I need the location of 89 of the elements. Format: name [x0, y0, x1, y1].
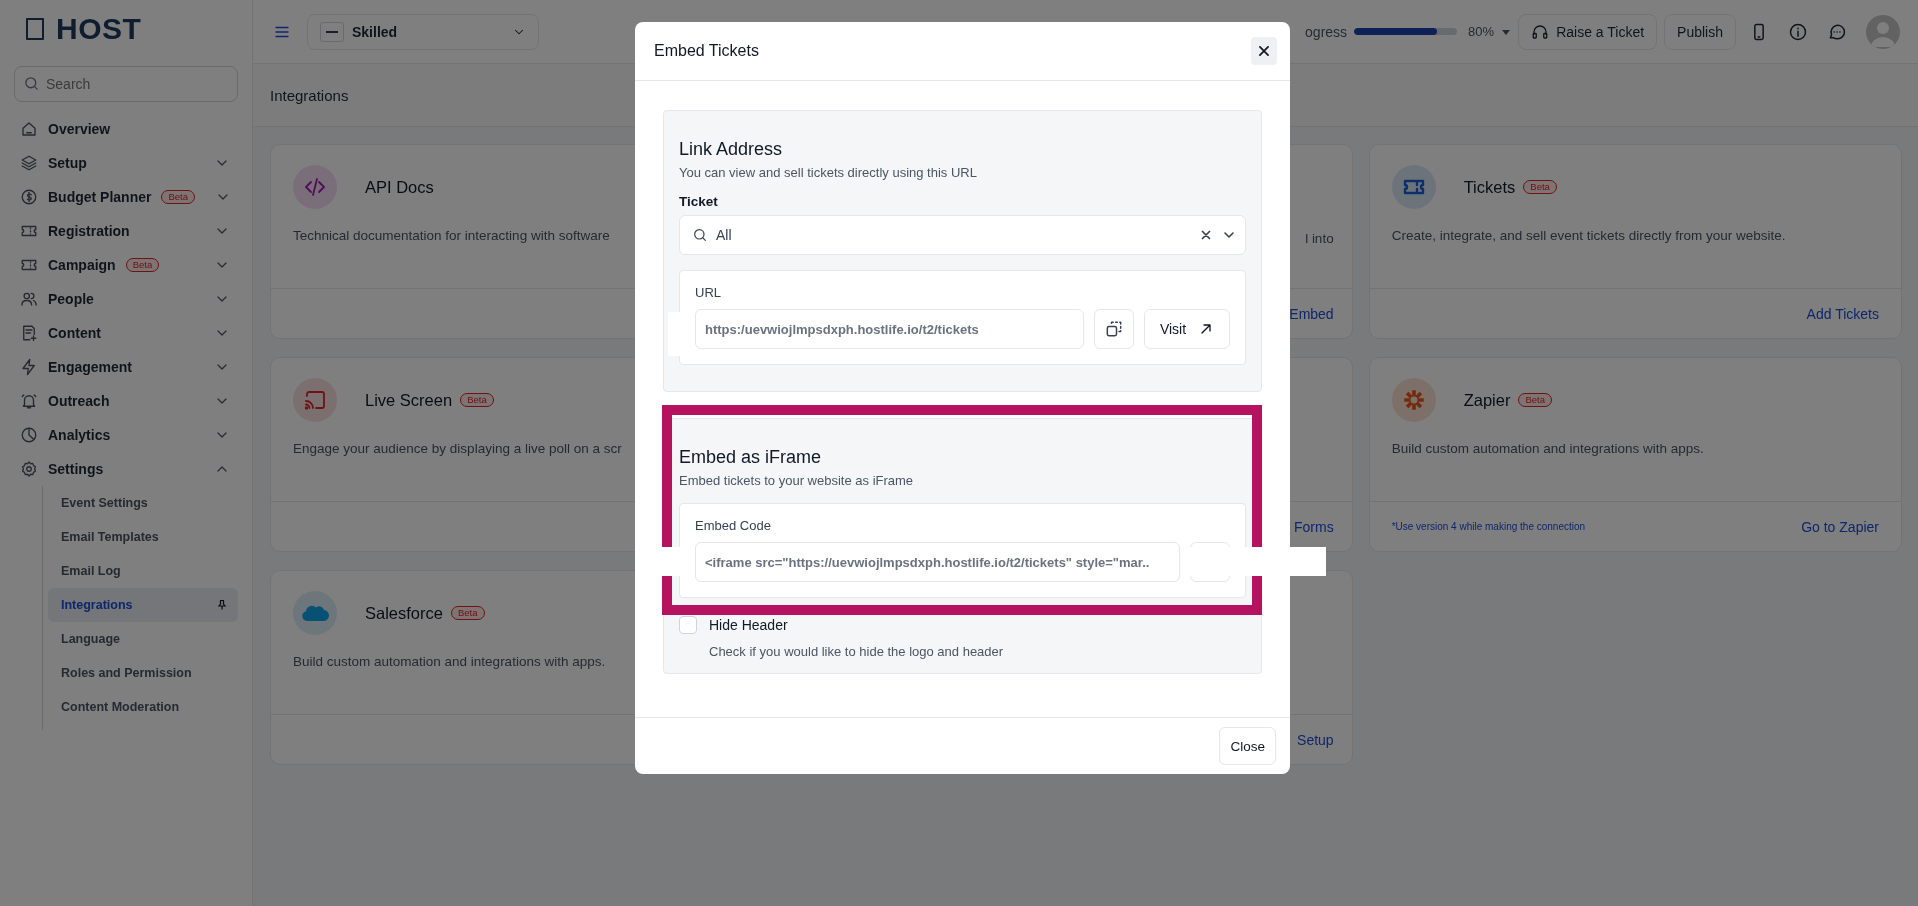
ticket-select[interactable]: All: [679, 215, 1246, 255]
nav-item[interactable]: Analytics: [14, 418, 238, 452]
nav-item[interactable]: Content: [14, 316, 238, 350]
search-icon: [692, 227, 708, 243]
checkbox[interactable]: [679, 616, 697, 634]
pin-icon[interactable]: [216, 599, 228, 611]
card-action-link[interactable]: Embed: [1289, 305, 1334, 322]
card-action-link[interactable]: Forms: [1294, 518, 1334, 535]
card-action-link[interactable]: Go to Zapier: [1801, 518, 1879, 535]
copy-icon: [1104, 319, 1124, 339]
nav-item[interactable]: People: [14, 282, 238, 316]
embed-code-field[interactable]: <iframe src="https://uevwiojlmpsdxph.hostlife.io/t2/tickets" style="mar..: [695, 542, 1180, 582]
people-icon: [20, 290, 38, 308]
progress-reading: 80%: [1468, 24, 1495, 39]
publish-button[interactable]: Publish: [1664, 13, 1736, 50]
raise-ticket-button[interactable]: Raise a Ticket: [1518, 13, 1658, 50]
sub-nav-item[interactable]: Email Log: [48, 554, 238, 588]
visit-button[interactable]: Visit: [1144, 309, 1230, 349]
checkbox-description: Check if you would like to hide the logo and header: [709, 644, 1005, 659]
section-title: Embed as iFrame: [679, 447, 823, 468]
card-title: Live Screen: [365, 390, 453, 410]
beta-badge: Beta: [450, 606, 485, 620]
card-description: l into: [1305, 231, 1334, 246]
cast-icon: [303, 388, 327, 412]
close-icon: [1257, 44, 1271, 58]
close-button[interactable]: Close: [1219, 727, 1276, 765]
logo[interactable]: HOST: [56, 12, 142, 46]
card-action-link[interactable]: Setup: [1297, 731, 1334, 748]
card-note: *Use version 4 while making the connection: [1391, 521, 1586, 532]
card-description: Engage your audience by displaying a live poll on a scr: [293, 441, 622, 456]
url-field[interactable]: https:/uevwiojlmpsdxph.hostlife.io/t2/tickets: [695, 309, 1084, 349]
copy-button[interactable]: [1094, 309, 1134, 349]
field-label: Ticket: [679, 194, 719, 209]
card-description: Technical documentation for interacting with software: [293, 228, 610, 243]
nav-item[interactable]: Engagement: [14, 350, 238, 384]
layers-icon: [20, 154, 38, 172]
dialog-title: Embed Tickets: [654, 42, 759, 60]
card-description: Build custom automation and integrations with apps.: [293, 654, 606, 669]
sub-nav-item[interactable]: Content Moderation: [48, 690, 238, 724]
checkbox-label: Hide Header: [709, 617, 788, 633]
section-title: Link Address: [679, 139, 784, 160]
sub-nav-item[interactable]: Event Settings: [48, 486, 238, 520]
logo-icon: [26, 18, 44, 40]
card-title: Zapier: [1463, 390, 1511, 410]
nav-item[interactable]: Budget Planner Beta: [14, 180, 238, 214]
search-icon: [23, 75, 40, 92]
card-title: API Docs: [365, 177, 434, 197]
pie-chart-icon: [20, 426, 38, 444]
beta-badge: Beta: [1518, 393, 1552, 407]
card-description: Create, integrate, and sell event tickets directly from your website.: [1391, 228, 1786, 243]
sub-nav-item[interactable]: Integrations: [48, 588, 238, 622]
nav-item[interactable]: Outreach: [14, 384, 238, 418]
bell-icon: [20, 392, 38, 410]
nav-item[interactable]: Registration: [14, 214, 238, 248]
close-button[interactable]: [1251, 37, 1277, 65]
settings-icon: [20, 460, 38, 478]
card-title: Tickets: [1463, 177, 1516, 197]
sub-nav-item[interactable]: Email Templates: [48, 520, 238, 554]
info-icon: [1788, 21, 1808, 42]
card-title: Salesforce: [365, 603, 443, 623]
nav-item[interactable]: Overview: [14, 112, 238, 146]
sub-nav-item[interactable]: Roles and Permission: [48, 656, 238, 690]
section-subtitle: Embed tickets to your website as iFrame: [679, 473, 915, 488]
dollar-icon: [20, 188, 38, 206]
beta-badge: Beta: [460, 393, 494, 407]
code-icon: [303, 175, 327, 199]
progress-label: ogress: [1305, 23, 1348, 40]
nav-item[interactable]: Setup: [14, 146, 238, 180]
home-icon: [20, 120, 38, 138]
cloud-icon: [300, 603, 330, 623]
nav-item[interactable]: Settings: [14, 452, 238, 486]
lightning-icon: [20, 358, 38, 376]
card-description: Build custom automation and integrations with apps.: [1391, 441, 1704, 456]
beta-badge: Beta: [161, 190, 195, 204]
beta-badge: Beta: [125, 258, 160, 272]
search-field[interactable]: Search: [14, 66, 238, 102]
page-title: Integrations: [270, 86, 349, 104]
event-logo: [320, 21, 344, 42]
beta-badge: Beta: [1523, 180, 1557, 194]
event-selector[interactable]: Skilled: [307, 13, 539, 50]
section-subtitle: You can view and sell tickets directly using this URL: [679, 165, 978, 180]
document-icon: [20, 324, 38, 342]
field-label: URL: [695, 285, 722, 300]
field-label: Embed Code: [695, 518, 772, 533]
headset-icon: [1531, 22, 1550, 41]
sub-nav-item[interactable]: Language: [48, 622, 238, 656]
clear-icon: [1199, 228, 1213, 242]
card-action-link[interactable]: Add Tickets: [1806, 305, 1879, 322]
nav-item[interactable]: Campaign Beta: [14, 248, 238, 282]
